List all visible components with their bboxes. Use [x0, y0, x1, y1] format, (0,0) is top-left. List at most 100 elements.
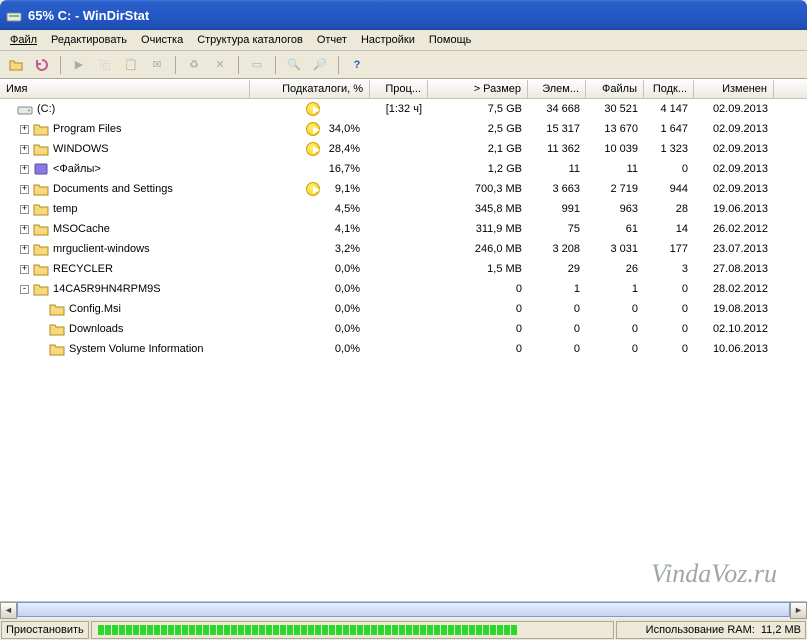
- progress-segment: [105, 625, 111, 635]
- menu-structure[interactable]: Структура каталогов: [191, 32, 309, 48]
- table-row[interactable]: +Program Files34,0%2,5 GB15 31713 6701 6…: [0, 119, 807, 139]
- menu-edit[interactable]: Редактировать: [45, 32, 133, 48]
- progress-segment: [315, 625, 321, 635]
- progress-segment: [217, 625, 223, 635]
- scroll-thumb[interactable]: [17, 602, 790, 617]
- col-modified[interactable]: Изменен: [694, 80, 774, 98]
- scroll-track[interactable]: [17, 602, 790, 619]
- menu-report[interactable]: Отчет: [311, 32, 353, 48]
- tree-toggle[interactable]: +: [20, 145, 29, 154]
- delete-icon[interactable]: ✕: [210, 55, 230, 75]
- menu-help[interactable]: Помощь: [423, 32, 478, 48]
- table-row[interactable]: +Documents and Settings9,1%700,3 MB3 663…: [0, 179, 807, 199]
- cell-subd: 3: [644, 263, 694, 275]
- pause-button[interactable]: Приостановить: [1, 621, 89, 639]
- col-proc[interactable]: Проц...: [370, 80, 428, 98]
- tree-toggle[interactable]: +: [20, 265, 29, 274]
- folder-icon: [33, 142, 49, 156]
- folder-icon: [33, 222, 49, 236]
- progress-segment: [231, 625, 237, 635]
- progress-segment: [455, 625, 461, 635]
- play-icon[interactable]: ▶: [69, 55, 89, 75]
- item-name: WINDOWS: [53, 143, 109, 155]
- tree-toggle[interactable]: +: [20, 165, 29, 174]
- help-icon[interactable]: ?: [347, 55, 367, 75]
- folder-icon: [33, 182, 49, 196]
- progress-segment: [203, 625, 209, 635]
- cell-elem: 0: [528, 343, 586, 355]
- table-row[interactable]: +WINDOWS28,4%2,1 GB11 36210 0391 32302.0…: [0, 139, 807, 159]
- progress-segment: [427, 625, 433, 635]
- progress-segment: [413, 625, 419, 635]
- cell-mod: 27.08.2013: [694, 263, 774, 275]
- progress-segment: [448, 625, 454, 635]
- table-row[interactable]: (C:)[1:32 ч]7,5 GB34 66830 5214 14702.09…: [0, 99, 807, 119]
- progress-segment: [511, 625, 517, 635]
- tree-toggle[interactable]: +: [20, 225, 29, 234]
- cell-size: 7,5 GB: [428, 103, 528, 115]
- progress-segment: [168, 625, 174, 635]
- progress-segment: [483, 625, 489, 635]
- tree-toggle[interactable]: +: [20, 125, 29, 134]
- titlebar[interactable]: 65% C: - WinDirStat: [0, 0, 807, 30]
- item-name: (C:): [37, 103, 55, 115]
- item-name: Program Files: [53, 123, 121, 135]
- scroll-left-icon[interactable]: ◄: [0, 602, 17, 619]
- zoom-out-icon[interactable]: 🔎: [310, 55, 330, 75]
- menu-file[interactable]: Файл: [4, 32, 43, 48]
- progress-segment: [329, 625, 335, 635]
- cell-elem: 11 362: [528, 143, 586, 155]
- col-subdirs-pct[interactable]: Подкаталоги, %: [250, 80, 370, 98]
- recycle-icon[interactable]: ♻: [184, 55, 204, 75]
- copy-icon[interactable]: ⿻: [95, 55, 115, 75]
- col-files[interactable]: Файлы: [586, 80, 644, 98]
- table-row[interactable]: +RECYCLER0,0%1,5 MB2926327.08.2013: [0, 259, 807, 279]
- progress-segment: [273, 625, 279, 635]
- table-row[interactable]: +temp4,5%345,8 MB9919632819.06.2013: [0, 199, 807, 219]
- paste-icon[interactable]: 📋: [121, 55, 141, 75]
- zoom-in-icon[interactable]: 🔍: [284, 55, 304, 75]
- tree-toggle[interactable]: +: [20, 205, 29, 214]
- horizontal-scrollbar[interactable]: ◄ ►: [0, 601, 807, 618]
- cell-size: 2,1 GB: [428, 143, 528, 155]
- scroll-right-icon[interactable]: ►: [790, 602, 807, 619]
- table-row[interactable]: System Volume Information0,0%000010.06.2…: [0, 339, 807, 359]
- progress-segment: [224, 625, 230, 635]
- progress-segment: [357, 625, 363, 635]
- refresh-icon[interactable]: [32, 55, 52, 75]
- ram-label: Использование RAM:: [646, 624, 755, 636]
- col-name[interactable]: Имя: [0, 80, 250, 98]
- table-row[interactable]: +<Файлы>16,7%1,2 GB1111002.09.2013: [0, 159, 807, 179]
- treemap-icon[interactable]: ▭: [247, 55, 267, 75]
- column-headers: Имя Подкаталоги, % Проц... > Размер Элем…: [0, 79, 807, 99]
- cell-size: 246,0 MB: [428, 243, 528, 255]
- mail-icon[interactable]: ✉: [147, 55, 167, 75]
- table-row[interactable]: Downloads0,0%000002.10.2012: [0, 319, 807, 339]
- cell-elem: 11: [528, 163, 586, 175]
- menu-settings[interactable]: Настройки: [355, 32, 421, 48]
- table-row[interactable]: +MSOCache4,1%311,9 MB75611426.02.2012: [0, 219, 807, 239]
- col-elem[interactable]: Элем...: [528, 80, 586, 98]
- table-row[interactable]: -14CA5R9HN4RPM9S0,0%011028.02.2012: [0, 279, 807, 299]
- table-row[interactable]: Config.Msi0,0%000019.08.2013: [0, 299, 807, 319]
- table-row[interactable]: +mrguclient-windows3,2%246,0 MB3 2083 03…: [0, 239, 807, 259]
- cell-mod: 10.06.2013: [694, 343, 774, 355]
- cell-mod: 02.09.2013: [694, 123, 774, 135]
- tree-toggle[interactable]: -: [20, 285, 29, 294]
- file-tree-grid[interactable]: (C:)[1:32 ч]7,5 GB34 66830 5214 14702.09…: [0, 99, 807, 601]
- tree-toggle[interactable]: +: [20, 245, 29, 254]
- cell-subd: 177: [644, 243, 694, 255]
- progress-segment: [504, 625, 510, 635]
- col-subd[interactable]: Подк...: [644, 80, 694, 98]
- cell-subd: 944: [644, 183, 694, 195]
- tree-toggle[interactable]: +: [20, 185, 29, 194]
- open-icon[interactable]: [6, 55, 26, 75]
- menu-cleanup[interactable]: Очистка: [135, 32, 189, 48]
- progress-segment: [462, 625, 468, 635]
- col-size[interactable]: > Размер: [428, 80, 528, 98]
- progress-segment: [147, 625, 153, 635]
- toolbar-separator: [275, 56, 276, 74]
- folder-icon: [49, 342, 65, 356]
- cell-size: 1,5 MB: [428, 263, 528, 275]
- cell-subd: 0: [644, 163, 694, 175]
